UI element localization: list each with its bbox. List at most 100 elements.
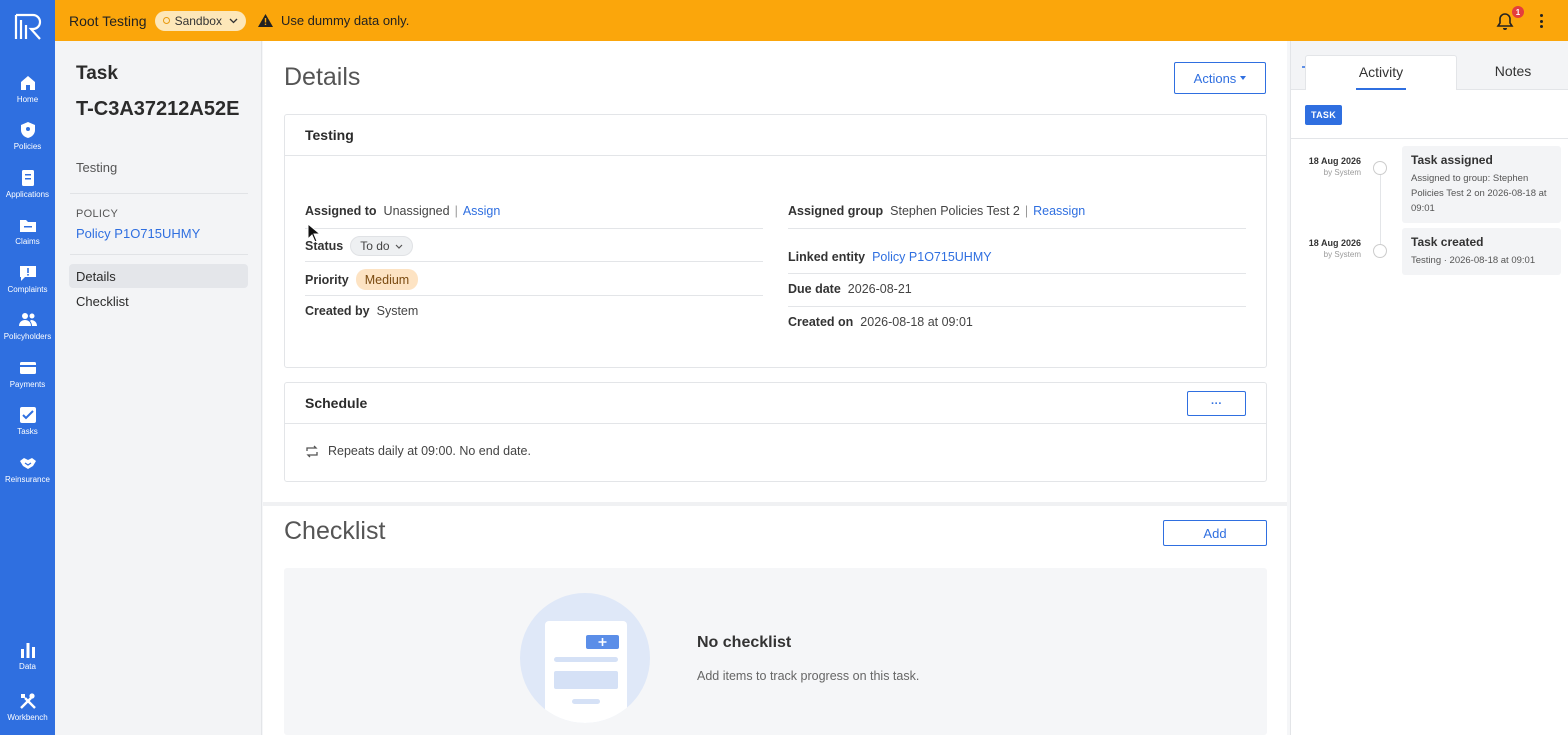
empty-checklist-illustration-icon	[520, 593, 650, 723]
folder-icon	[19, 220, 36, 232]
warning-text: Use dummy data only.	[280, 13, 410, 28]
more-options-icon[interactable]	[1536, 12, 1546, 30]
nav-item-policies[interactable]: Policies	[0, 121, 55, 167]
timeline-dot	[1373, 244, 1387, 258]
timeline-event-card: Task created Testing · 2026-08-18 at 09:…	[1402, 228, 1561, 275]
add-checklist-button[interactable]: Add	[1163, 520, 1267, 546]
status-row: Status To do	[305, 236, 413, 256]
divider	[305, 261, 763, 262]
checklist-empty-state: No checklist Add items to track progress…	[284, 568, 1267, 735]
card-title: Testing	[285, 115, 1266, 156]
chevron-down-icon	[395, 244, 402, 249]
task-id: T-C3A37212A52E	[76, 98, 240, 120]
nav-label: Payments	[9, 380, 46, 389]
due-date-value: 2026-08-21	[847, 282, 912, 296]
status-value: To do	[360, 239, 390, 253]
timeline-date: 18 Aug 2026 by System	[1305, 156, 1361, 177]
shield-icon	[20, 122, 35, 138]
schedule-row: Repeats daily at 09:00. No end date.	[305, 444, 531, 458]
priority-row: Priority Medium	[305, 269, 419, 290]
chevron-down-icon	[229, 18, 238, 23]
environment-banner: Root Testing Sandbox Use dummy data only…	[55, 0, 1568, 41]
actions-label: Actions	[1193, 70, 1237, 86]
task-filter-tag[interactable]: TASK	[1305, 105, 1343, 125]
created-on-row: Created on 2026-08-18 at 09:01	[788, 315, 973, 329]
assigned-group-row: Assigned group Stephen Policies Test 2 |…	[788, 204, 1085, 218]
chat-alert-icon	[19, 266, 36, 281]
handshake-icon	[19, 458, 36, 469]
tab-label: Notes	[1494, 63, 1532, 79]
divider	[788, 306, 1246, 307]
notification-bell-icon[interactable]	[1496, 12, 1514, 30]
separator: |	[1024, 204, 1029, 218]
divider	[70, 254, 248, 255]
people-icon	[18, 313, 37, 326]
side-nav-label: Checklist	[76, 293, 129, 309]
section-separator	[263, 502, 1287, 506]
assign-link[interactable]: Assign	[463, 204, 501, 218]
policy-link[interactable]: Policy P1O715UHMY	[76, 226, 200, 241]
nav-label: Reinsurance	[5, 475, 50, 484]
linked-entity-link[interactable]: Policy P1O715UHMY	[872, 250, 992, 264]
schedule-title: Schedule ···	[285, 383, 1266, 424]
nav-item-complaints[interactable]: Complaints	[0, 264, 55, 310]
nav-item-data[interactable]: Data	[0, 641, 55, 687]
nav-label: Policyholders	[3, 332, 52, 341]
divider	[788, 273, 1246, 274]
nav-label: Claims	[15, 237, 40, 246]
tab-notes[interactable]: Notes	[1461, 55, 1565, 90]
divider	[1291, 138, 1568, 139]
nav-item-tasks[interactable]: Tasks	[0, 406, 55, 452]
empty-checklist-subtitle: Add items to track progress on this task…	[697, 669, 920, 683]
nav-label: Applications	[5, 190, 50, 199]
status-label: Status	[305, 239, 344, 253]
divider	[305, 228, 763, 229]
assigned-to-value: Unassigned	[383, 204, 450, 218]
status-dropdown[interactable]: To do	[350, 236, 413, 256]
created-by-label: Created by	[305, 304, 370, 318]
schedule-more-button[interactable]: ···	[1187, 391, 1246, 416]
nav-item-payments[interactable]: Payments	[0, 359, 55, 405]
add-label: Add	[1203, 525, 1227, 541]
tab-activity[interactable]: Activity	[1305, 55, 1457, 90]
environment-selector[interactable]: Sandbox	[154, 10, 246, 31]
nav-label: Workbench	[7, 713, 48, 722]
left-nav-rail: Home Policies Applications Claims Compla…	[0, 0, 55, 735]
timeline-date: 18 Aug 2026 by System	[1305, 238, 1361, 259]
nav-item-home[interactable]: Home	[0, 74, 55, 120]
assigned-group-label: Assigned group	[788, 204, 884, 218]
nav-item-reinsurance[interactable]: Reinsurance	[0, 454, 55, 500]
due-date-label: Due date	[788, 282, 841, 296]
dummy-data-warning: Use dummy data only.	[257, 13, 410, 28]
side-nav-checklist[interactable]: Checklist	[69, 289, 248, 313]
created-on-value: 2026-08-18 at 09:01	[860, 315, 973, 329]
assigned-group-value: Stephen Policies Test 2	[890, 204, 1020, 218]
activity-tabs: Activity Notes	[1291, 41, 1568, 90]
card-icon	[19, 362, 36, 374]
root-logo-icon[interactable]	[13, 12, 43, 42]
linked-entity-row: Linked entity Policy P1O715UHMY	[788, 250, 992, 264]
checkbox-icon	[19, 407, 36, 423]
nav-item-claims[interactable]: Claims	[0, 216, 55, 262]
event-title: Task assigned	[1411, 153, 1493, 167]
activity-panel: Activity Notes TASK 18 Aug 2026 by Syste…	[1290, 41, 1568, 735]
created-on-label: Created on	[788, 315, 854, 329]
side-nav-details[interactable]: Details	[69, 264, 248, 288]
nav-label: Policies	[13, 142, 42, 151]
nav-item-workbench[interactable]: Workbench	[0, 692, 55, 735]
created-by-row: Created by System	[305, 304, 418, 318]
checklist-heading: Checklist	[284, 517, 386, 545]
tools-icon	[19, 693, 36, 709]
repeat-icon	[306, 445, 318, 457]
actions-button[interactable]: Actions	[1174, 62, 1266, 94]
reassign-link[interactable]: Reassign	[1033, 204, 1085, 218]
nav-item-applications[interactable]: Applications	[0, 169, 55, 215]
active-tab-underline	[1356, 88, 1406, 90]
nav-item-policyholders[interactable]: Policyholders	[0, 311, 55, 357]
details-card: Testing Assigned to Unassigned | Assign …	[284, 114, 1267, 368]
notification-badge: 1	[1512, 6, 1524, 18]
task-subtitle: Testing	[76, 160, 118, 175]
nav-label: Data	[19, 662, 36, 671]
task-sidebar: Task T-C3A37212A52E Testing POLICY Polic…	[55, 41, 262, 735]
timeline-event-card: Task assigned Assigned to group: Stephen…	[1402, 146, 1561, 223]
